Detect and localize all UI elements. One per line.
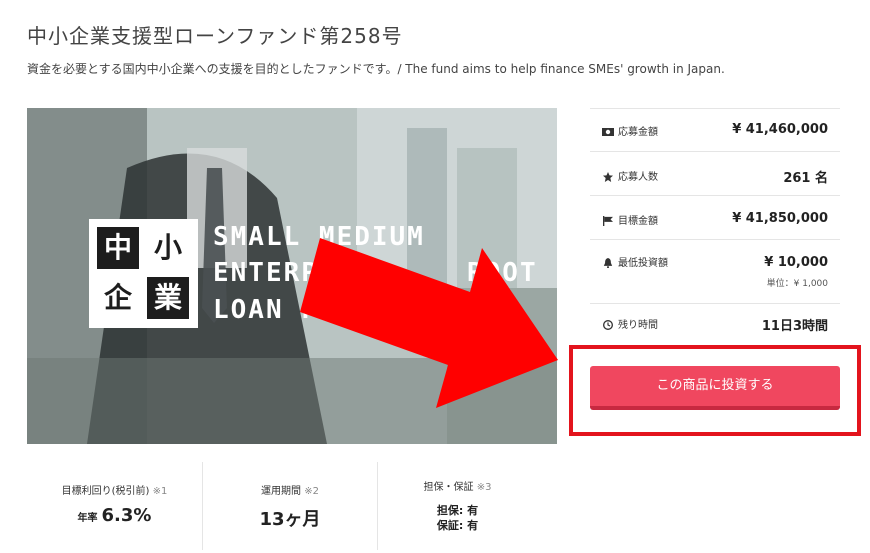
info-value: ¥ 41,460,000 [732, 122, 828, 137]
info-row-target-amount: 目標金額 ¥ 41,850,000 [590, 196, 840, 240]
stat-value: 6.3% [101, 505, 152, 526]
flag-icon [603, 216, 613, 226]
stat-target-yield: 目標利回り(税引前) ※1 年率 6.3% [27, 462, 202, 550]
info-row-applicants: 応募人数 261 名 [590, 152, 840, 196]
logo-kanji: 業 [147, 277, 189, 319]
stat-note: ※2 [304, 486, 319, 497]
stat-value: 担保: 有 [436, 504, 479, 517]
money-icon [602, 128, 614, 136]
logo-kanji: 小 [147, 227, 189, 269]
info-value: ¥ 10,000 [764, 255, 828, 270]
fund-stats: 目標利回り(税引前) ※1 年率 6.3% 運用期間 ※2 13ヶ月 担保・保証 … [27, 462, 537, 553]
fund-info-panel: 応募金額 ¥ 41,460,000 応募人数 261 名 目標金額 ¥ 41,8… [590, 108, 840, 346]
info-value: 11日3時間 [761, 319, 828, 334]
stat-collateral: 担保・保証 ※3 担保: 有 保証: 有 [377, 462, 537, 550]
info-value: ¥ 41,850,000 [732, 211, 828, 226]
logo-kanji: 中 [97, 227, 139, 269]
info-row-time-left: 残り時間 11日3時間 [590, 304, 840, 346]
page-subtitle: 資金を必要とする国内中小企業への支援を目的としたファンドです。/ The fun… [27, 62, 725, 76]
logo-kanji: 企 [97, 277, 139, 319]
stat-value: 13ヶ月 [259, 509, 321, 530]
invest-button[interactable]: この商品に投資する [590, 366, 840, 410]
info-label: 残り時間 [618, 320, 658, 331]
info-label: 応募金額 [618, 127, 658, 138]
red-arrow-annotation [300, 238, 558, 408]
stat-value: 保証: 有 [436, 519, 479, 532]
stat-note: ※3 [476, 482, 492, 493]
stat-period: 運用期間 ※2 13ヶ月 [202, 462, 377, 550]
info-value: 261 名 [783, 171, 828, 186]
info-row-min-investment: 最低投資額 ¥ 10,000 単位：¥ 1,000 [590, 240, 840, 304]
bell-icon [603, 258, 613, 268]
star-icon [603, 172, 613, 182]
stat-prefix: 年率 [77, 513, 98, 524]
clock-icon [603, 320, 613, 330]
info-row-applied-amount: 応募金額 ¥ 41,460,000 [590, 108, 840, 152]
stat-label: 運用期間 [261, 486, 302, 497]
stat-label: 目標利回り(税引前) [61, 486, 150, 497]
page-title: 中小企業支援型ローンファンド第258号 [27, 24, 403, 48]
stat-label: 担保・保証 [423, 482, 474, 493]
stat-note: ※1 [152, 486, 168, 497]
info-label: 目標金額 [618, 216, 658, 227]
hero-logo: 中 小 企 業 [89, 219, 198, 328]
info-subvalue: 単位：¥ 1,000 [766, 279, 828, 289]
info-label: 最低投資額 [618, 258, 668, 269]
info-label: 応募人数 [618, 172, 658, 183]
